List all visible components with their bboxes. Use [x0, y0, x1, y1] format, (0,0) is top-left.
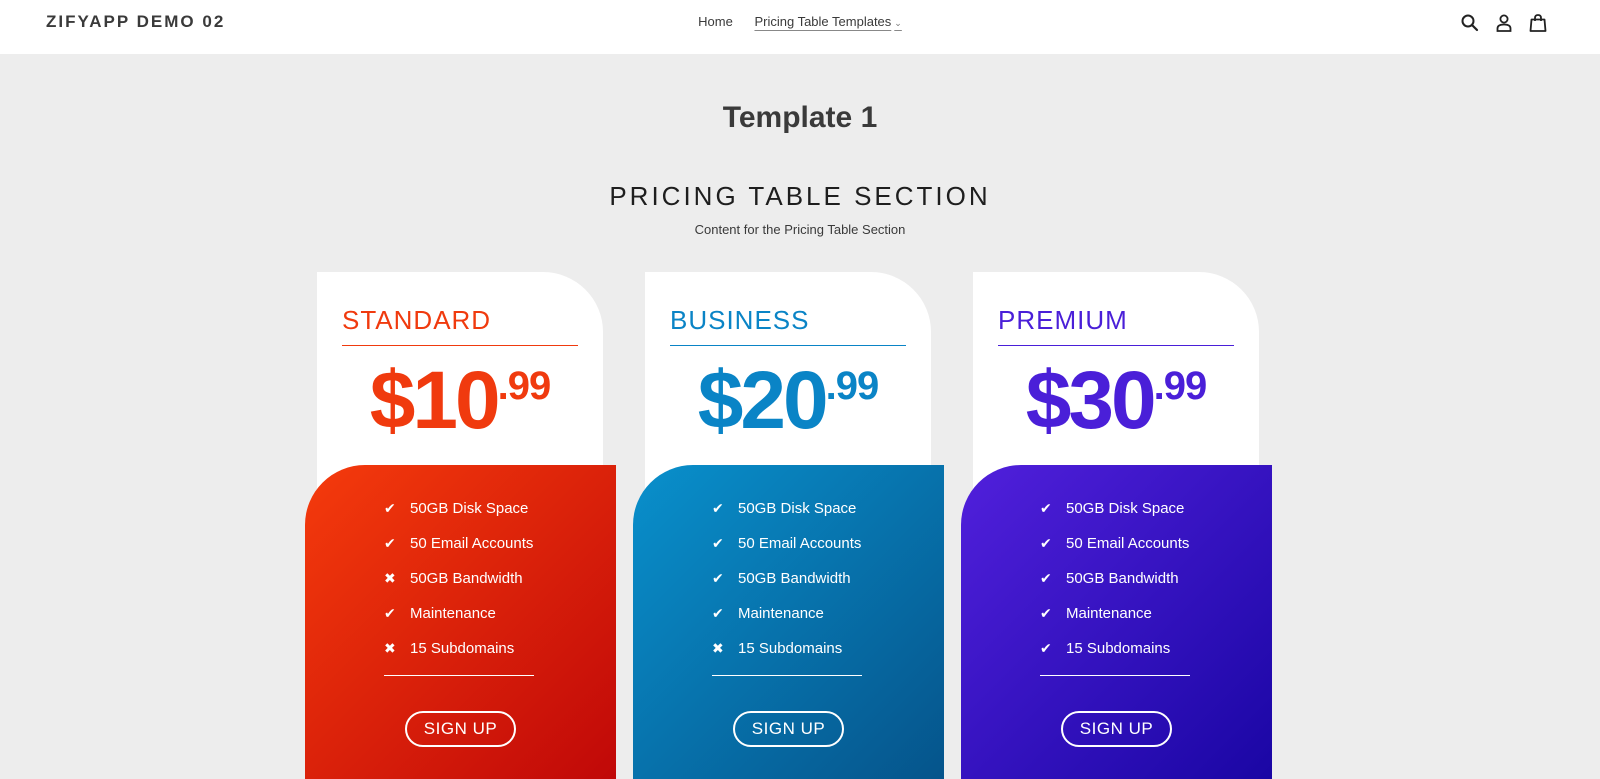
card-features-panel: ✔ 50GB Disk Space ✔ 50 Email Accounts ✖ 50GB …: [305, 465, 616, 779]
price-cents: .99: [825, 364, 880, 408]
account-icon[interactable]: [1494, 13, 1514, 33]
feature-label: 50GB Bandwidth: [410, 570, 523, 587]
price-amount: $10: [369, 355, 501, 446]
pricing-card-premium: PREMIUM $30.99 ✔ 50GB Disk Space ✔ 50 Email…: [961, 272, 1272, 779]
feature-label: 50GB Disk Space: [738, 500, 857, 517]
feature-label: 50GB Disk Space: [1066, 500, 1185, 517]
check-icon: ✔: [712, 605, 724, 621]
check-icon: ✔: [712, 500, 724, 516]
check-icon: ✔: [384, 605, 396, 621]
section-title: PRICING TABLE SECTION: [609, 181, 991, 211]
feature-label: 50 Email Accounts: [410, 535, 534, 552]
card-features-panel: ✔ 50GB Disk Space ✔ 50 Email Accounts ✔ 50GB …: [633, 465, 944, 779]
nav-home[interactable]: Home: [698, 14, 733, 29]
cross-icon: ✖: [384, 640, 396, 656]
plan-divider: [998, 345, 1234, 346]
feature-item: ✔ 50 Email Accounts: [712, 535, 861, 570]
plan-divider: [670, 345, 906, 346]
sign-up-button[interactable]: SIGN UP: [405, 711, 516, 747]
plan-name: STANDARD: [342, 305, 492, 335]
plan-name: PREMIUM: [998, 305, 1128, 335]
feature-label: 50GB Bandwidth: [1066, 570, 1179, 587]
feature-divider: [384, 675, 534, 676]
feature-item: ✔ 50GB Bandwidth: [712, 570, 861, 605]
feature-item: ✔ 50 Email Accounts: [384, 535, 533, 570]
feature-item: ✖ 50GB Bandwidth: [384, 570, 533, 605]
plan-divider: [342, 345, 578, 346]
price-amount: $30: [1025, 355, 1157, 446]
plan-name: BUSINESS: [670, 305, 810, 335]
feature-item: ✔ 50 Email Accounts: [1040, 535, 1189, 570]
page-title: Template 1: [722, 101, 878, 134]
feature-item: ✔ Maintenance: [1040, 605, 1189, 640]
search-icon[interactable]: [1460, 13, 1480, 33]
feature-label: Maintenance: [410, 605, 496, 622]
price-cents: .99: [497, 364, 552, 408]
sign-up-button[interactable]: SIGN UP: [1061, 711, 1172, 747]
feature-label: 15 Subdomains: [410, 640, 515, 657]
check-icon: ✔: [1040, 535, 1052, 551]
feature-list: ✔ 50GB Disk Space ✔ 50 Email Accounts ✔ 50GB …: [712, 500, 861, 675]
feature-item: ✖ 15 Subdomains: [384, 640, 533, 675]
feature-item: ✔ 50GB Disk Space: [712, 500, 861, 535]
check-icon: ✔: [1040, 500, 1052, 516]
check-icon: ✔: [1040, 570, 1052, 586]
feature-item: ✔ 50GB Bandwidth: [1040, 570, 1189, 605]
pricing-card-business: BUSINESS $20.99 ✔ 50GB Disk Space ✔ 50 Emai…: [633, 272, 944, 779]
check-icon: ✔: [384, 500, 396, 516]
sign-up-button[interactable]: SIGN UP: [733, 711, 844, 747]
feature-label: 50GB Bandwidth: [738, 570, 851, 587]
check-icon: ✔: [384, 535, 396, 551]
check-icon: ✔: [712, 535, 724, 551]
price-amount: $20: [697, 355, 829, 446]
nav-pricing-label: Pricing Table Templates: [754, 14, 892, 29]
plan-price: $10.99: [317, 360, 603, 442]
main-nav: Home Pricing Table Templates ⌄: [0, 14, 1600, 29]
feature-list: ✔ 50GB Disk Space ✔ 50 Email Accounts ✔ 50GB …: [1040, 500, 1189, 675]
cross-icon: ✖: [712, 640, 724, 656]
check-icon: ✔: [712, 570, 724, 586]
feature-item: ✔ 50GB Disk Space: [384, 500, 533, 535]
card-features-panel: ✔ 50GB Disk Space ✔ 50 Email Accounts ✔ 50GB …: [961, 465, 1272, 779]
feature-list: ✔ 50GB Disk Space ✔ 50 Email Accounts ✖ 50GB …: [384, 500, 533, 675]
check-icon: ✔: [1040, 605, 1052, 621]
feature-item: ✔ 50GB Disk Space: [1040, 500, 1189, 535]
feature-item: ✖ 15 Subdomains: [712, 640, 861, 675]
feature-label: Maintenance: [1066, 605, 1152, 622]
nav-pricing-table-templates[interactable]: Pricing Table Templates ⌄: [754, 14, 901, 29]
site-header: ZIFYAPP DEMO 02 Home Pricing Table Templ…: [0, 0, 1600, 54]
feature-label: 15 Subdomains: [1066, 640, 1171, 657]
header-icons: [1460, 13, 1548, 33]
feature-item: ✔ Maintenance: [384, 605, 533, 640]
plan-price: $20.99: [645, 360, 931, 442]
plan-price: $30.99: [973, 360, 1259, 442]
cart-icon[interactable]: [1528, 13, 1548, 33]
feature-divider: [712, 675, 862, 676]
check-icon: ✔: [1040, 640, 1052, 656]
feature-label: 15 Subdomains: [738, 640, 843, 657]
feature-label: 50 Email Accounts: [738, 535, 862, 552]
section-subtitle: Content for the Pricing Table Section: [694, 222, 906, 237]
feature-label: 50GB Disk Space: [410, 500, 529, 517]
feature-label: Maintenance: [738, 605, 824, 622]
feature-label: 50 Email Accounts: [1066, 535, 1190, 552]
cross-icon: ✖: [384, 570, 396, 586]
pricing-card-standard: STANDARD $10.99 ✔ 50GB Disk Space ✔ 50 Emai…: [305, 272, 616, 779]
feature-item: ✔ 15 Subdomains: [1040, 640, 1189, 675]
feature-item: ✔ Maintenance: [712, 605, 861, 640]
feature-divider: [1040, 675, 1190, 676]
chevron-down-icon: ⌄: [894, 18, 902, 28]
price-cents: .99: [1153, 364, 1208, 408]
